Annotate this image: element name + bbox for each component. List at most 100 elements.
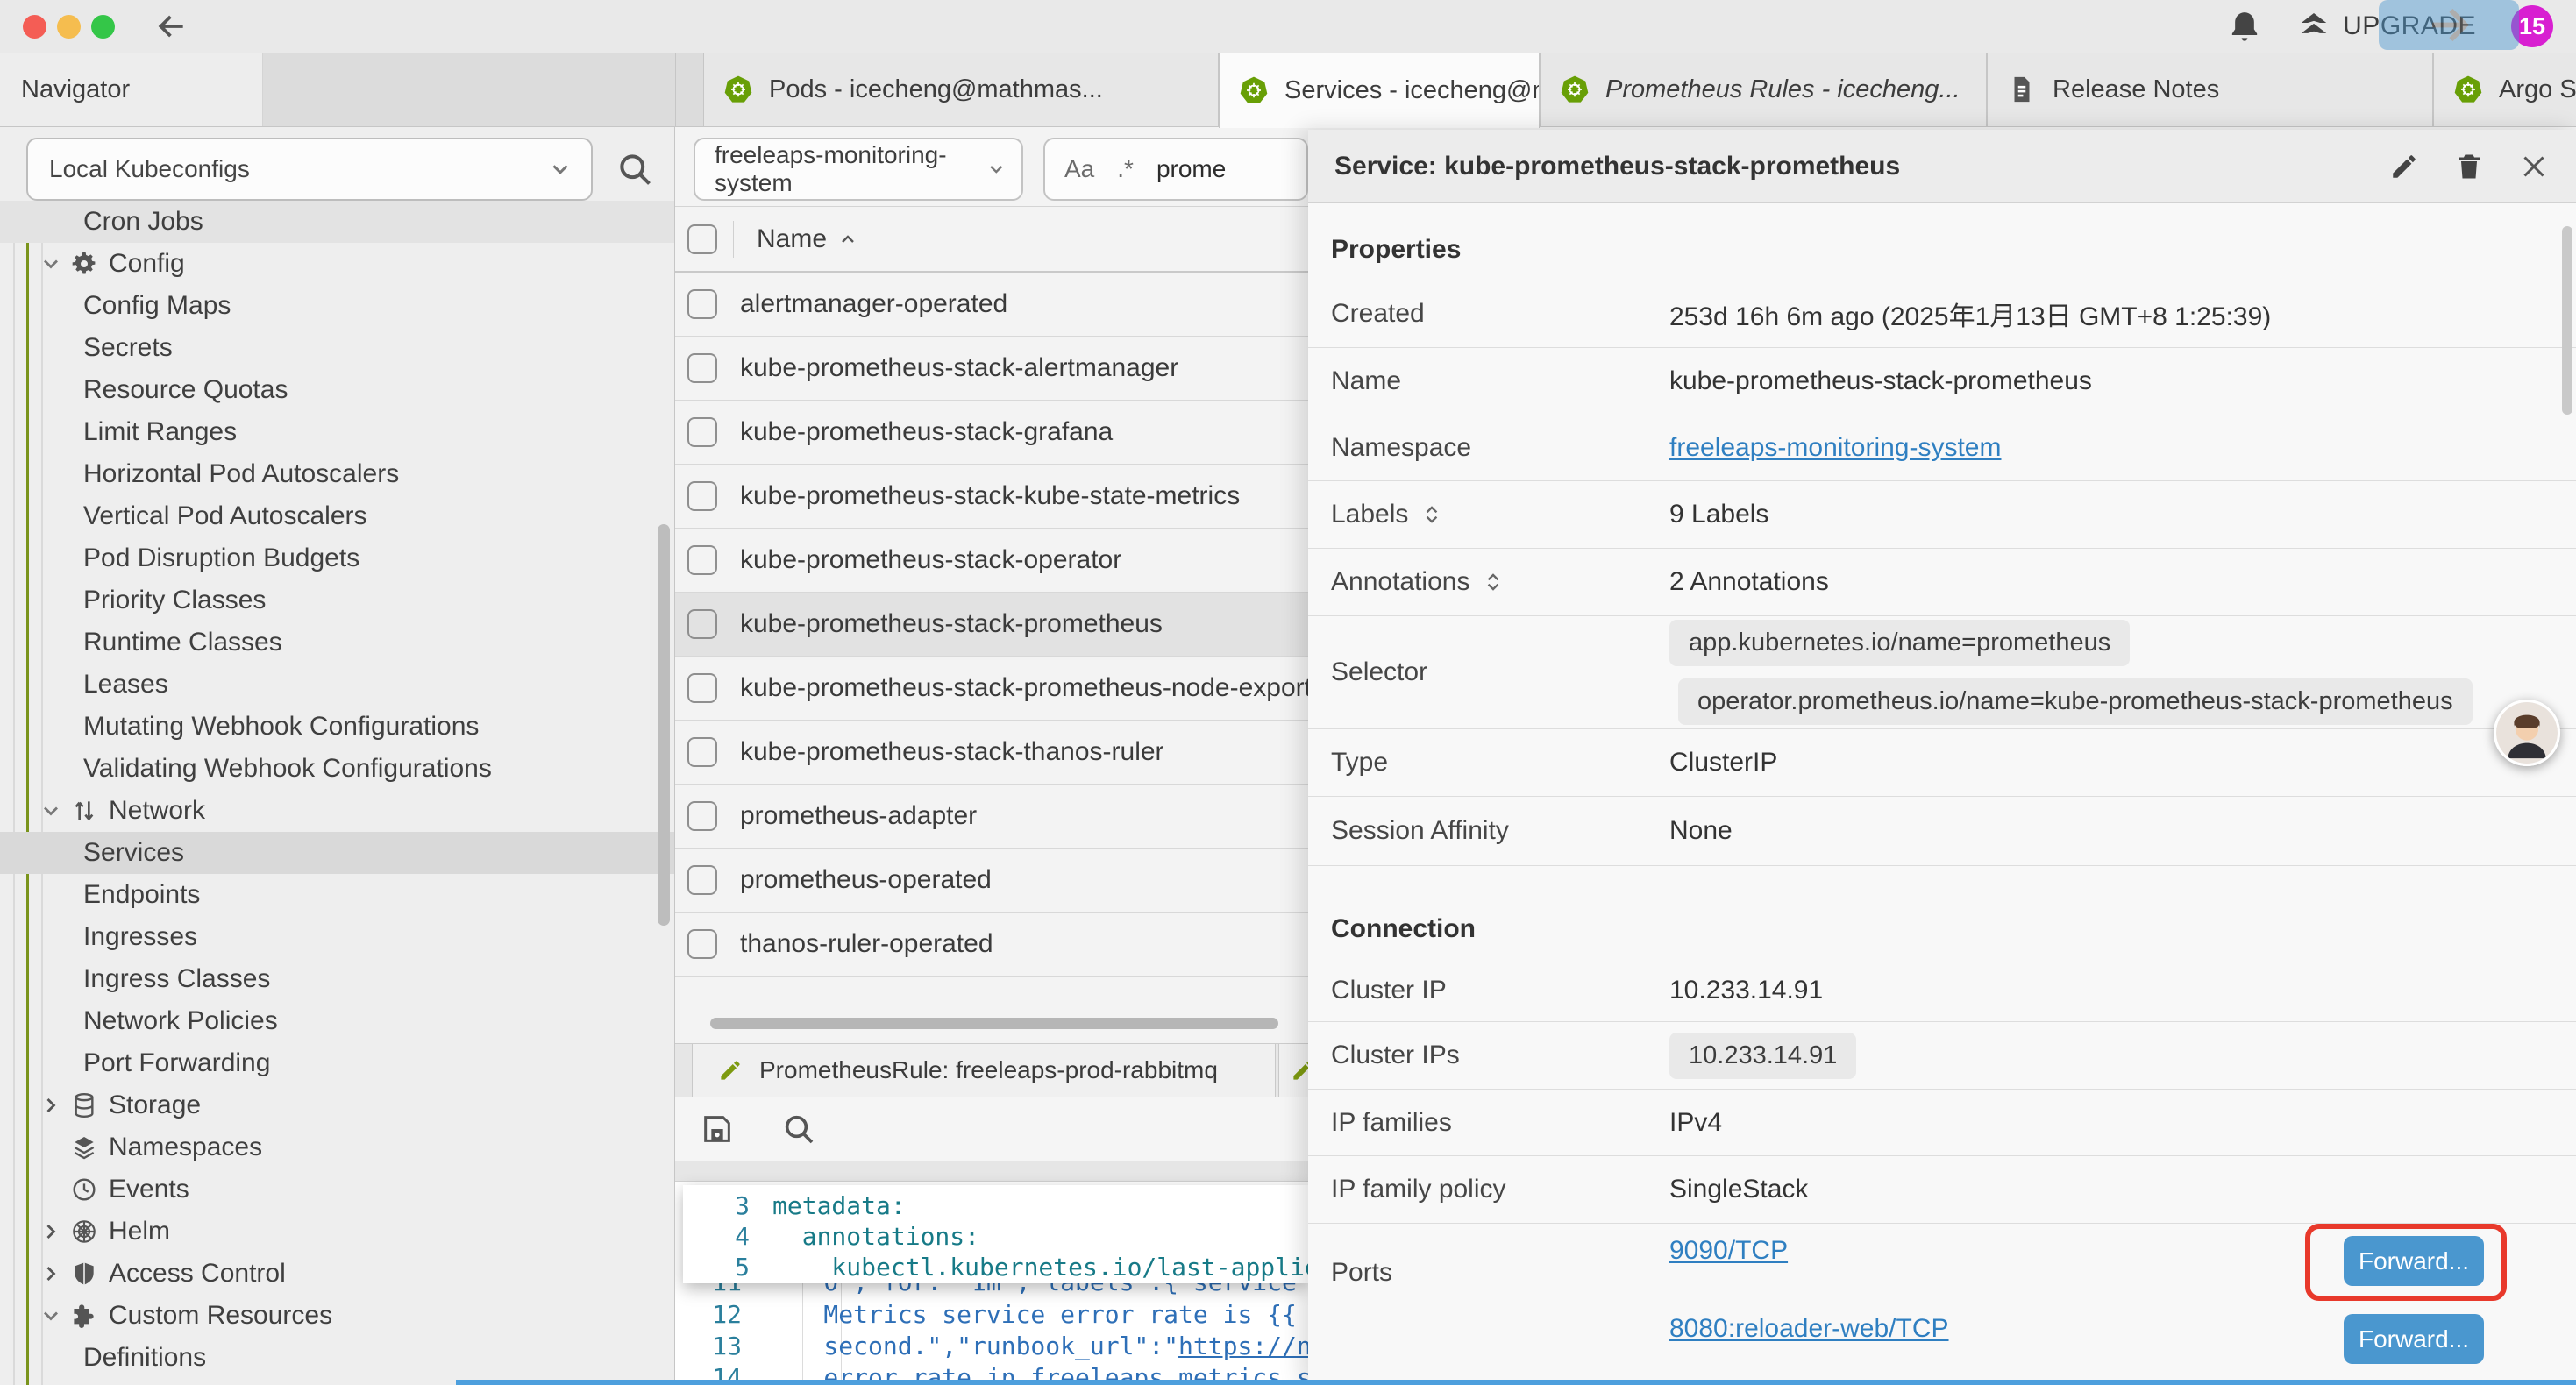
- sort-toggle-icon[interactable]: [1482, 571, 1505, 593]
- row-checkbox[interactable]: [687, 481, 717, 511]
- tab-label: Prometheus Rules - icecheng...: [1605, 75, 1960, 104]
- table-row[interactable]: prometheus-adapter: [675, 785, 1308, 849]
- row-checkbox[interactable]: [687, 737, 717, 767]
- name-column-header[interactable]: Name: [757, 224, 858, 254]
- port-row: 8080:reloader-web/TCP Forward...: [1669, 1314, 2541, 1364]
- detail-scrollbar[interactable]: [2562, 226, 2572, 415]
- table-row[interactable]: kube-prometheus-stack-operator: [675, 529, 1308, 593]
- sidebar-item-ingress-classes[interactable]: Ingress Classes: [0, 958, 674, 1000]
- sidebar-item-limit-ranges[interactable]: Limit Ranges: [0, 411, 674, 453]
- row-checkbox[interactable]: [687, 801, 717, 831]
- editor-tab-partial[interactable]: [1278, 1044, 1308, 1097]
- sidebar-item-events[interactable]: Events: [0, 1168, 674, 1211]
- sidebar-item-port-forwarding[interactable]: Port Forwarding: [0, 1042, 674, 1084]
- filter-input[interactable]: Aa .* prome: [1043, 138, 1308, 201]
- port-link[interactable]: 8080:reloader-web/TCP: [1669, 1314, 1949, 1344]
- sidebar-item-leases[interactable]: Leases: [0, 664, 674, 706]
- services-list-panel: freeleaps-monitoring-system Aa .* prome …: [675, 127, 1308, 1385]
- notifications-bell-icon[interactable]: [2227, 9, 2262, 44]
- close-window-button[interactable]: [23, 15, 46, 39]
- yaml-editor[interactable]: 11 0", for: "1m", labels :{ service : 12…: [675, 1182, 1308, 1385]
- kubeconfig-selector[interactable]: Local Kubeconfigs: [26, 138, 593, 201]
- chevron-right-icon[interactable]: [39, 1219, 63, 1244]
- forward-button[interactable]: Forward...: [2344, 1236, 2484, 1286]
- sidebar-item-services[interactable]: Services: [0, 832, 674, 874]
- zoom-window-button[interactable]: [91, 15, 115, 39]
- sidebar-item-config-maps[interactable]: Config Maps: [0, 285, 674, 327]
- namespace-selector[interactable]: freeleaps-monitoring-system: [694, 138, 1023, 201]
- table-row[interactable]: thanos-ruler-operated: [675, 913, 1308, 977]
- tab-pods[interactable]: Pods - icecheng@mathmas...: [703, 53, 1219, 126]
- sidebar-item-vertical-pod-autoscalers[interactable]: Vertical Pod Autoscalers: [0, 495, 674, 537]
- minimize-window-button[interactable]: [57, 15, 81, 39]
- row-checkbox[interactable]: [687, 609, 717, 639]
- search-icon[interactable]: [616, 150, 654, 188]
- port-link[interactable]: 9090/TCP: [1669, 1236, 1788, 1266]
- row-checkbox[interactable]: [687, 545, 717, 575]
- tab-argo[interactable]: Argo Se: [2433, 53, 2576, 126]
- forward-icon[interactable]: [2379, 0, 2519, 50]
- chevron-down-icon[interactable]: [39, 799, 63, 823]
- table-row[interactable]: kube-prometheus-stack-prometheus: [675, 593, 1308, 657]
- sidebar-item-validating-webhook-configurations[interactable]: Validating Webhook Configurations: [0, 748, 674, 790]
- sidebar-item-resource-quotas[interactable]: Resource Quotas: [0, 369, 674, 411]
- table-row[interactable]: prometheus-operated: [675, 849, 1308, 913]
- sidebar-item-ingresses[interactable]: Ingresses: [0, 916, 674, 958]
- horizontal-scrollbar[interactable]: [710, 1018, 1278, 1029]
- tab-release-notes[interactable]: Release Notes: [1987, 53, 2433, 126]
- regex-toggle[interactable]: .*: [1117, 155, 1134, 183]
- save-icon[interactable]: [700, 1112, 735, 1147]
- row-checkbox[interactable]: [687, 673, 717, 703]
- sidebar-item-cron-jobs[interactable]: Cron Jobs: [0, 201, 674, 243]
- tab-navigator[interactable]: Navigator: [0, 53, 263, 126]
- tab-services[interactable]: Services - icecheng@math...: [1219, 53, 1540, 128]
- editor-search-icon[interactable]: [781, 1112, 816, 1147]
- table-row[interactable]: kube-prometheus-stack-thanos-ruler: [675, 721, 1308, 785]
- row-checkbox[interactable]: [687, 929, 717, 959]
- sidebar-item-pod-disruption-budgets[interactable]: Pod Disruption Budgets: [0, 537, 674, 579]
- sidebar-item-network-policies[interactable]: Network Policies: [0, 1000, 674, 1042]
- kubernetes-icon: [1560, 75, 1590, 104]
- sidebar-item-secrets[interactable]: Secrets: [0, 327, 674, 369]
- sidebar-item-horizontal-pod-autoscalers[interactable]: Horizontal Pod Autoscalers: [0, 453, 674, 495]
- row-checkbox[interactable]: [687, 353, 717, 383]
- table-row[interactable]: alertmanager-operated: [675, 273, 1308, 337]
- edit-pencil-icon[interactable]: [2388, 151, 2420, 182]
- chevron-right-icon[interactable]: [39, 1261, 63, 1286]
- back-icon[interactable]: [155, 10, 189, 43]
- tab-prometheus-rules[interactable]: Prometheus Rules - icecheng...: [1540, 53, 1987, 126]
- row-checkbox[interactable]: [687, 865, 717, 895]
- sidebar-item-priority-classes[interactable]: Priority Classes: [0, 579, 674, 621]
- table-row[interactable]: kube-prometheus-stack-kube-state-metrics: [675, 465, 1308, 529]
- sidebar-item-runtime-classes[interactable]: Runtime Classes: [0, 621, 674, 664]
- sidebar-item-endpoints[interactable]: Endpoints: [0, 874, 674, 916]
- chevron-down-icon[interactable]: [39, 1303, 63, 1328]
- focus-bottom-line: [456, 1380, 2576, 1385]
- table-row[interactable]: kube-prometheus-stack-prometheus-node-ex…: [675, 657, 1308, 721]
- select-all-checkbox[interactable]: [687, 224, 717, 254]
- delete-trash-icon[interactable]: [2453, 151, 2485, 182]
- forward-button[interactable]: Forward...: [2344, 1314, 2484, 1364]
- sidebar-item-namespaces[interactable]: Namespaces: [0, 1126, 674, 1168]
- row-checkbox[interactable]: [687, 289, 717, 319]
- sidebar-item-mutating-webhook-configurations[interactable]: Mutating Webhook Configurations: [0, 706, 674, 748]
- sidebar-item-network[interactable]: Network: [0, 790, 674, 832]
- table-row[interactable]: kube-prometheus-stack-grafana: [675, 401, 1308, 465]
- namespace-link[interactable]: freeleaps-monitoring-system: [1669, 433, 2001, 463]
- table-row[interactable]: kube-prometheus-stack-alertmanager: [675, 337, 1308, 401]
- sidebar-item-definitions[interactable]: Definitions: [0, 1337, 674, 1379]
- avatar[interactable]: [2494, 700, 2560, 766]
- sidebar-scrollbar[interactable]: [658, 524, 670, 926]
- match-case-toggle[interactable]: Aa: [1064, 155, 1094, 183]
- close-icon[interactable]: [2518, 151, 2550, 182]
- sidebar-item-config[interactable]: Config: [0, 243, 674, 285]
- editor-tab-prometheusrule[interactable]: PrometheusRule: freeleaps-prod-rabbitmq: [692, 1044, 1276, 1097]
- sort-toggle-icon[interactable]: [1420, 503, 1443, 526]
- sidebar-item-access-control[interactable]: Access Control: [0, 1253, 674, 1295]
- sidebar-item-storage[interactable]: Storage: [0, 1084, 674, 1126]
- chevron-right-icon[interactable]: [39, 1093, 63, 1118]
- sidebar-item-custom-resources[interactable]: Custom Resources: [0, 1295, 674, 1337]
- row-checkbox[interactable]: [687, 417, 717, 447]
- sidebar-item-helm[interactable]: Helm: [0, 1211, 674, 1253]
- chevron-down-icon[interactable]: [39, 252, 63, 276]
